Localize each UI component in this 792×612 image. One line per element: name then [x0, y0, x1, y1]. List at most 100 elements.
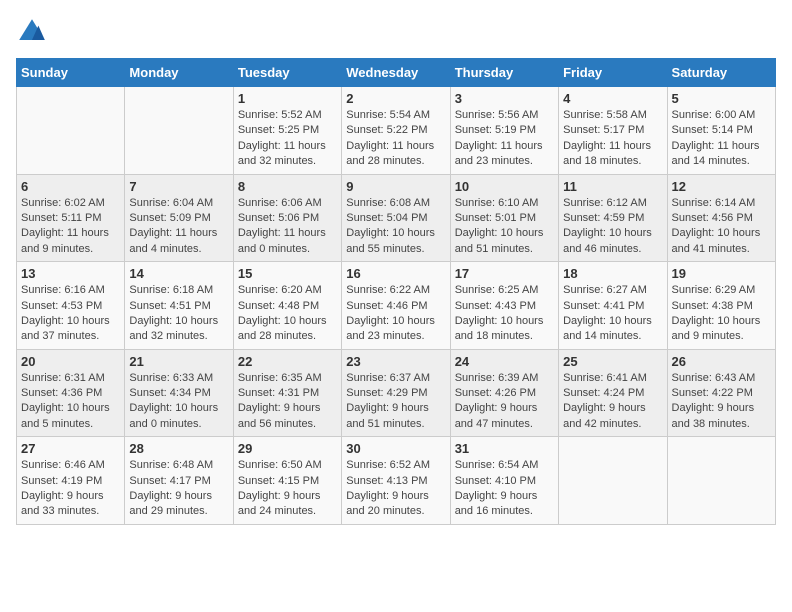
- day-info: Sunrise: 6:41 AMSunset: 4:24 PMDaylight:…: [563, 371, 662, 433]
- day-info: Sunrise: 6:46 AMSunset: 4:19 PMDaylight:…: [21, 458, 120, 520]
- calendar-cell: 18 Sunrise: 6:27 AMSunset: 4:41 PMDaylig…: [559, 262, 667, 350]
- weekday-header-sunday: Sunday: [17, 59, 125, 87]
- day-info: Sunrise: 6:52 AMSunset: 4:13 PMDaylight:…: [346, 458, 445, 520]
- day-number: 4: [563, 91, 662, 106]
- day-info: Sunrise: 6:31 AMSunset: 4:36 PMDaylight:…: [21, 371, 120, 433]
- calendar-cell: 2 Sunrise: 5:54 AMSunset: 5:22 PMDayligh…: [342, 87, 450, 175]
- calendar-cell: 19 Sunrise: 6:29 AMSunset: 4:38 PMDaylig…: [667, 262, 775, 350]
- calendar-cell: 28 Sunrise: 6:48 AMSunset: 4:17 PMDaylig…: [125, 437, 233, 525]
- day-number: 23: [346, 354, 445, 369]
- calendar-cell: 25 Sunrise: 6:41 AMSunset: 4:24 PMDaylig…: [559, 349, 667, 437]
- day-info: Sunrise: 6:10 AMSunset: 5:01 PMDaylight:…: [455, 196, 554, 258]
- day-info: Sunrise: 6:12 AMSunset: 4:59 PMDaylight:…: [563, 196, 662, 258]
- calendar-week-3: 13 Sunrise: 6:16 AMSunset: 4:53 PMDaylig…: [17, 262, 776, 350]
- day-number: 19: [672, 266, 771, 281]
- day-number: 22: [238, 354, 337, 369]
- calendar-cell: 24 Sunrise: 6:39 AMSunset: 4:26 PMDaylig…: [450, 349, 558, 437]
- day-info: Sunrise: 6:43 AMSunset: 4:22 PMDaylight:…: [672, 371, 771, 433]
- day-info: Sunrise: 6:04 AMSunset: 5:09 PMDaylight:…: [129, 196, 228, 258]
- calendar-cell: 27 Sunrise: 6:46 AMSunset: 4:19 PMDaylig…: [17, 437, 125, 525]
- day-number: 8: [238, 179, 337, 194]
- weekday-header-saturday: Saturday: [667, 59, 775, 87]
- day-info: Sunrise: 6:22 AMSunset: 4:46 PMDaylight:…: [346, 283, 445, 345]
- day-info: Sunrise: 6:48 AMSunset: 4:17 PMDaylight:…: [129, 458, 228, 520]
- calendar-cell: 3 Sunrise: 5:56 AMSunset: 5:19 PMDayligh…: [450, 87, 558, 175]
- day-number: 27: [21, 441, 120, 456]
- calendar-cell: 30 Sunrise: 6:52 AMSunset: 4:13 PMDaylig…: [342, 437, 450, 525]
- calendar-cell: 15 Sunrise: 6:20 AMSunset: 4:48 PMDaylig…: [233, 262, 341, 350]
- day-number: 21: [129, 354, 228, 369]
- day-info: Sunrise: 6:29 AMSunset: 4:38 PMDaylight:…: [672, 283, 771, 345]
- calendar-cell: 9 Sunrise: 6:08 AMSunset: 5:04 PMDayligh…: [342, 174, 450, 262]
- calendar-cell: [17, 87, 125, 175]
- calendar-cell: 5 Sunrise: 6:00 AMSunset: 5:14 PMDayligh…: [667, 87, 775, 175]
- calendar-cell: 29 Sunrise: 6:50 AMSunset: 4:15 PMDaylig…: [233, 437, 341, 525]
- day-info: Sunrise: 6:06 AMSunset: 5:06 PMDaylight:…: [238, 196, 337, 258]
- calendar-cell: 22 Sunrise: 6:35 AMSunset: 4:31 PMDaylig…: [233, 349, 341, 437]
- logo-icon: [16, 16, 48, 48]
- day-number: 17: [455, 266, 554, 281]
- day-number: 29: [238, 441, 337, 456]
- calendar-week-5: 27 Sunrise: 6:46 AMSunset: 4:19 PMDaylig…: [17, 437, 776, 525]
- calendar-cell: 7 Sunrise: 6:04 AMSunset: 5:09 PMDayligh…: [125, 174, 233, 262]
- weekday-header-monday: Monday: [125, 59, 233, 87]
- day-number: 13: [21, 266, 120, 281]
- day-number: 25: [563, 354, 662, 369]
- page-header: [16, 16, 776, 48]
- day-number: 30: [346, 441, 445, 456]
- day-info: Sunrise: 5:54 AMSunset: 5:22 PMDaylight:…: [346, 108, 445, 170]
- calendar-cell: 8 Sunrise: 6:06 AMSunset: 5:06 PMDayligh…: [233, 174, 341, 262]
- calendar-week-1: 1 Sunrise: 5:52 AMSunset: 5:25 PMDayligh…: [17, 87, 776, 175]
- logo: [16, 16, 52, 48]
- calendar-cell: 26 Sunrise: 6:43 AMSunset: 4:22 PMDaylig…: [667, 349, 775, 437]
- day-number: 2: [346, 91, 445, 106]
- calendar-cell: 16 Sunrise: 6:22 AMSunset: 4:46 PMDaylig…: [342, 262, 450, 350]
- day-info: Sunrise: 6:39 AMSunset: 4:26 PMDaylight:…: [455, 371, 554, 433]
- day-number: 3: [455, 91, 554, 106]
- calendar-cell: 20 Sunrise: 6:31 AMSunset: 4:36 PMDaylig…: [17, 349, 125, 437]
- weekday-header-wednesday: Wednesday: [342, 59, 450, 87]
- calendar-cell: 17 Sunrise: 6:25 AMSunset: 4:43 PMDaylig…: [450, 262, 558, 350]
- day-number: 16: [346, 266, 445, 281]
- day-number: 24: [455, 354, 554, 369]
- calendar-week-2: 6 Sunrise: 6:02 AMSunset: 5:11 PMDayligh…: [17, 174, 776, 262]
- day-number: 15: [238, 266, 337, 281]
- day-info: Sunrise: 6:02 AMSunset: 5:11 PMDaylight:…: [21, 196, 120, 258]
- calendar-cell: [667, 437, 775, 525]
- weekday-header-thursday: Thursday: [450, 59, 558, 87]
- calendar-cell: 1 Sunrise: 5:52 AMSunset: 5:25 PMDayligh…: [233, 87, 341, 175]
- weekday-row: SundayMondayTuesdayWednesdayThursdayFrid…: [17, 59, 776, 87]
- calendar-body: 1 Sunrise: 5:52 AMSunset: 5:25 PMDayligh…: [17, 87, 776, 525]
- day-number: 10: [455, 179, 554, 194]
- day-number: 14: [129, 266, 228, 281]
- day-info: Sunrise: 6:14 AMSunset: 4:56 PMDaylight:…: [672, 196, 771, 258]
- calendar-cell: 14 Sunrise: 6:18 AMSunset: 4:51 PMDaylig…: [125, 262, 233, 350]
- calendar-cell: 12 Sunrise: 6:14 AMSunset: 4:56 PMDaylig…: [667, 174, 775, 262]
- calendar-cell: 11 Sunrise: 6:12 AMSunset: 4:59 PMDaylig…: [559, 174, 667, 262]
- day-number: 31: [455, 441, 554, 456]
- day-number: 1: [238, 91, 337, 106]
- day-info: Sunrise: 6:18 AMSunset: 4:51 PMDaylight:…: [129, 283, 228, 345]
- day-info: Sunrise: 6:25 AMSunset: 4:43 PMDaylight:…: [455, 283, 554, 345]
- day-info: Sunrise: 5:58 AMSunset: 5:17 PMDaylight:…: [563, 108, 662, 170]
- day-number: 11: [563, 179, 662, 194]
- calendar-cell: 31 Sunrise: 6:54 AMSunset: 4:10 PMDaylig…: [450, 437, 558, 525]
- calendar-week-4: 20 Sunrise: 6:31 AMSunset: 4:36 PMDaylig…: [17, 349, 776, 437]
- day-info: Sunrise: 6:50 AMSunset: 4:15 PMDaylight:…: [238, 458, 337, 520]
- day-info: Sunrise: 6:20 AMSunset: 4:48 PMDaylight:…: [238, 283, 337, 345]
- calendar-cell: 13 Sunrise: 6:16 AMSunset: 4:53 PMDaylig…: [17, 262, 125, 350]
- day-info: Sunrise: 6:27 AMSunset: 4:41 PMDaylight:…: [563, 283, 662, 345]
- weekday-header-tuesday: Tuesday: [233, 59, 341, 87]
- weekday-header-friday: Friday: [559, 59, 667, 87]
- day-number: 18: [563, 266, 662, 281]
- calendar-cell: 4 Sunrise: 5:58 AMSunset: 5:17 PMDayligh…: [559, 87, 667, 175]
- day-info: Sunrise: 6:37 AMSunset: 4:29 PMDaylight:…: [346, 371, 445, 433]
- day-info: Sunrise: 6:00 AMSunset: 5:14 PMDaylight:…: [672, 108, 771, 170]
- day-info: Sunrise: 6:54 AMSunset: 4:10 PMDaylight:…: [455, 458, 554, 520]
- day-info: Sunrise: 5:52 AMSunset: 5:25 PMDaylight:…: [238, 108, 337, 170]
- day-number: 6: [21, 179, 120, 194]
- day-info: Sunrise: 6:16 AMSunset: 4:53 PMDaylight:…: [21, 283, 120, 345]
- day-number: 7: [129, 179, 228, 194]
- calendar-cell: 23 Sunrise: 6:37 AMSunset: 4:29 PMDaylig…: [342, 349, 450, 437]
- day-number: 12: [672, 179, 771, 194]
